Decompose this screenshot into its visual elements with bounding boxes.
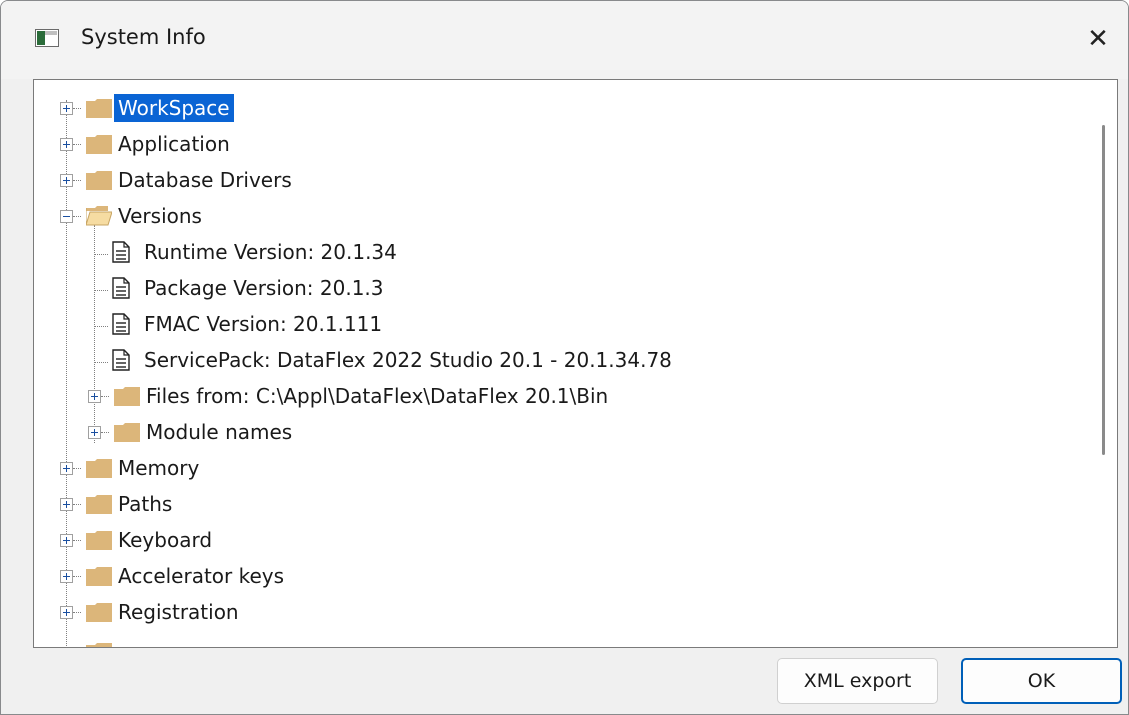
system-info-dialog: System Info ✕ WorkSpace Application Databa… <box>0 0 1129 715</box>
tree-item[interactable]: Module names <box>34 414 1094 450</box>
tree-item-label: Runtime Version: 20.1.34 <box>144 240 397 264</box>
collapse-icon[interactable] <box>60 210 73 223</box>
tree-hline <box>73 576 81 577</box>
tree-item[interactable]: Keyboard <box>34 522 1094 558</box>
tree-hline <box>101 432 109 433</box>
tree-item[interactable]: Memory <box>34 450 1094 486</box>
tree-hline <box>73 540 81 541</box>
xml-export-button[interactable]: XML export <box>777 658 938 704</box>
tree-hline <box>73 108 81 109</box>
document-icon <box>112 313 130 335</box>
tree-item[interactable]: WorkSpace <box>34 90 1094 126</box>
tree-item[interactable]: Accelerator keys <box>34 558 1094 594</box>
tree-item-label: ServicePack: DataFlex 2022 Studio 20.1 -… <box>144 348 672 372</box>
system-info-tree[interactable]: WorkSpace Application Database Drivers Vers… <box>33 79 1118 648</box>
tree-hline <box>73 504 81 505</box>
tree-item[interactable]: Paths <box>34 486 1094 522</box>
tree-item[interactable]: Registration <box>34 594 1094 630</box>
tree-item[interactable]: Application <box>34 126 1094 162</box>
close-button[interactable]: ✕ <box>1068 1 1128 77</box>
expand-icon[interactable] <box>88 426 101 439</box>
tree-item-label: FMAC Version: 20.1.111 <box>144 312 383 336</box>
folder-icon <box>86 602 112 622</box>
tree-item-label: Files from: C:\Appl\DataFlex\DataFlex 20… <box>146 384 609 408</box>
tree-hline <box>73 180 81 181</box>
tree-hline <box>101 396 109 397</box>
folder-icon <box>86 530 112 550</box>
folder-icon <box>86 134 112 154</box>
tree-item-label: Application <box>118 132 230 156</box>
folder-icon <box>86 642 112 647</box>
ok-button[interactable]: OK <box>961 658 1122 704</box>
tree-item-label: Database Drivers <box>118 168 292 192</box>
document-icon <box>112 349 130 371</box>
expand-icon[interactable] <box>60 102 73 115</box>
tree-item[interactable]: Database Drivers <box>34 162 1094 198</box>
expand-icon[interactable] <box>60 534 73 547</box>
folder-icon <box>86 98 112 118</box>
title-bar[interactable]: System Info ✕ <box>1 1 1128 79</box>
expand-icon[interactable] <box>60 138 73 151</box>
tree-item-label: WorkSpace <box>114 94 234 122</box>
document-icon <box>112 277 130 299</box>
tree-item[interactable]: Versions <box>34 198 1094 234</box>
folder-icon <box>86 170 112 190</box>
tree-item[interactable]: FMAC Version: 20.1.111 <box>34 306 1094 342</box>
app-window-icon <box>35 29 59 47</box>
expand-icon[interactable] <box>60 606 73 619</box>
folder-icon <box>114 386 140 406</box>
tree-item[interactable]: Package Version: 20.1.3 <box>34 270 1094 306</box>
expand-icon[interactable] <box>88 390 101 403</box>
expand-icon[interactable] <box>60 570 73 583</box>
expand-icon[interactable] <box>60 498 73 511</box>
tree-item[interactable]: ServicePack: DataFlex 2022 Studio 20.1 -… <box>34 342 1094 378</box>
tree-item-label: Accelerator keys <box>118 564 285 588</box>
tree-item[interactable]: Files from: C:\Appl\DataFlex\DataFlex 20… <box>34 378 1094 414</box>
tree-item-label: Module names <box>146 420 293 444</box>
tree-item-label: Keyboard <box>118 528 213 552</box>
folder-icon <box>86 494 112 514</box>
tree-item[interactable]: Runtime Version: 20.1.34 <box>34 234 1094 270</box>
folder-icon <box>86 566 112 586</box>
tree-item-label: Registration <box>118 600 239 624</box>
vertical-scrollbar-thumb[interactable] <box>1102 125 1105 455</box>
expand-icon[interactable] <box>60 462 73 475</box>
tree-item-label: Versions <box>118 204 202 228</box>
folder-open-icon <box>85 206 113 226</box>
tree-item-label: Memory <box>118 456 200 480</box>
folder-icon <box>86 458 112 478</box>
document-icon <box>112 241 130 263</box>
tree-hline <box>73 144 81 145</box>
folder-icon <box>114 422 140 442</box>
window-title: System Info <box>81 25 206 49</box>
tree-item-label: Package Version: 20.1.3 <box>144 276 384 300</box>
tree-hline <box>73 468 81 469</box>
tree-hline <box>73 216 81 217</box>
tree-item-label: Paths <box>118 492 173 516</box>
tree-hline <box>73 612 81 613</box>
expand-icon[interactable] <box>60 174 73 187</box>
